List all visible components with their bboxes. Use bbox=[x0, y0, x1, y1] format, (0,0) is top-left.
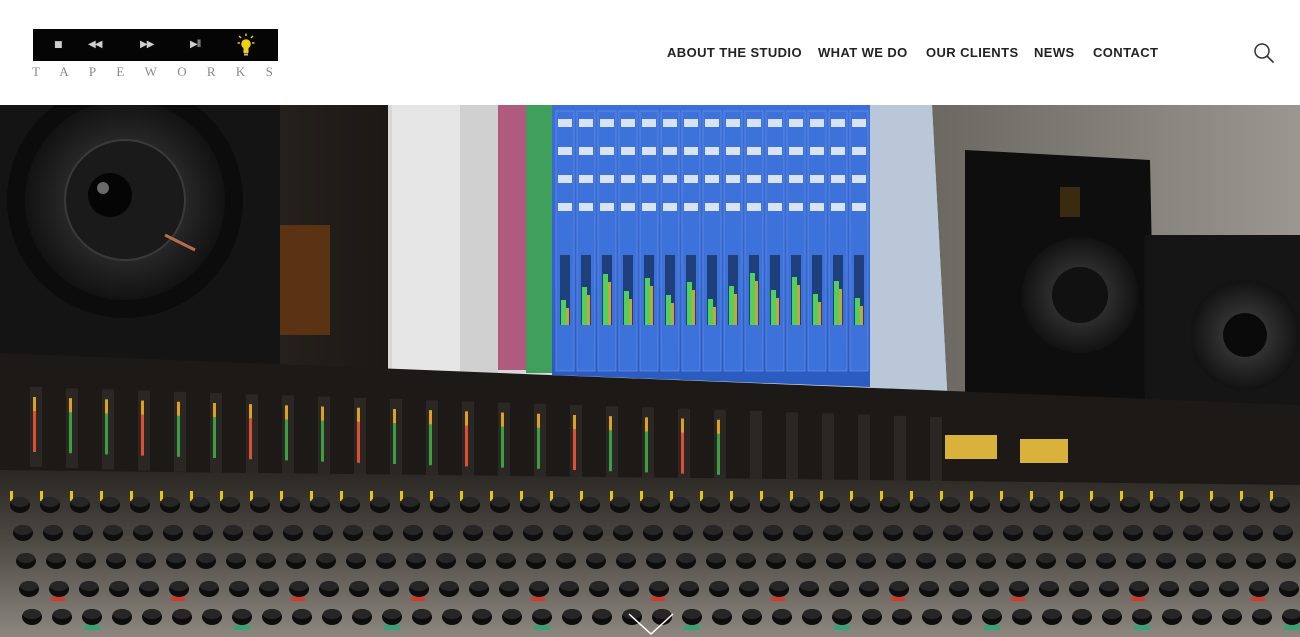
hero-section bbox=[0, 105, 1300, 637]
nav-contact[interactable]: CONTACT bbox=[1093, 44, 1158, 62]
stop-icon: ■ bbox=[54, 40, 62, 50]
chevron-down-icon[interactable] bbox=[628, 612, 674, 637]
lightbulb-icon bbox=[237, 33, 255, 56]
nav-our-clients[interactable]: OUR CLIENTS bbox=[926, 44, 1019, 62]
play-pause-icon: ▶ll bbox=[190, 39, 201, 50]
hero-studio-image bbox=[0, 105, 1300, 637]
nav-what-we-do[interactable]: WHAT WE DO bbox=[818, 44, 908, 62]
logo-wordmark: TAPEWORKS bbox=[32, 64, 294, 79]
logo-transport-bar: ■ ◀◀ ▶▶ ▶ll bbox=[33, 29, 278, 61]
fast-forward-icon: ▶▶ bbox=[140, 39, 154, 50]
search-icon[interactable] bbox=[1253, 42, 1275, 64]
rewind-icon: ◀◀ bbox=[88, 39, 102, 50]
site-header: ■ ◀◀ ▶▶ ▶ll TAPEWORKS ABOUT THE STUDIO W… bbox=[0, 0, 1300, 105]
nav-news[interactable]: NEWS bbox=[1034, 44, 1075, 62]
site-logo[interactable]: ■ ◀◀ ▶▶ ▶ll TAPEWORKS bbox=[32, 29, 284, 79]
nav-about-the-studio[interactable]: ABOUT THE STUDIO bbox=[667, 44, 802, 62]
daw-mixer-channels bbox=[555, 110, 869, 372]
